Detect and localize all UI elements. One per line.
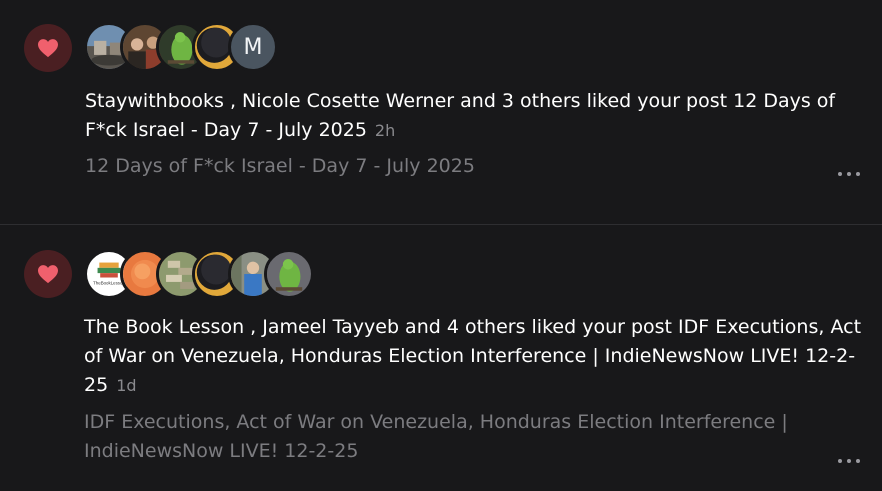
like-badge — [24, 250, 72, 298]
timestamp: 2h — [374, 121, 396, 140]
notification-item[interactable]: TheBookLesson The Book Lesson , Jameel T… — [0, 225, 882, 491]
heart-icon — [38, 265, 58, 284]
notification-text[interactable]: The Book Lesson , Jameel Tayyeb and 4 ot… — [84, 313, 864, 400]
notification-message: The Book Lesson , Jameel Tayyeb and 4 ot… — [84, 316, 862, 396]
notification-text[interactable]: Staywithbooks , Nicole Cosette Werner an… — [85, 87, 865, 145]
notification-item[interactable]: M Staywithbooks , Nicole Cosette Werner … — [0, 0, 882, 224]
like-badge — [24, 24, 72, 72]
notification-message: Staywithbooks , Nicole Cosette Werner an… — [85, 90, 836, 141]
avatar[interactable] — [264, 249, 314, 299]
avatar[interactable]: M — [228, 22, 278, 72]
liker-avatars: M — [84, 22, 278, 72]
avatar-initial: M — [243, 34, 263, 60]
heart-icon — [38, 39, 58, 58]
post-title[interactable]: 12 Days of F*ck Israel - Day 7 - July 20… — [85, 152, 845, 181]
timestamp: 1d — [116, 376, 137, 395]
more-options-icon[interactable] — [838, 457, 860, 465]
more-options-icon[interactable] — [838, 170, 860, 178]
liker-avatars: TheBookLesson — [84, 249, 314, 299]
post-title[interactable]: IDF Executions, Act of War on Venezuela,… — [84, 408, 844, 466]
notifications-list: M Staywithbooks , Nicole Cosette Werner … — [0, 0, 882, 491]
